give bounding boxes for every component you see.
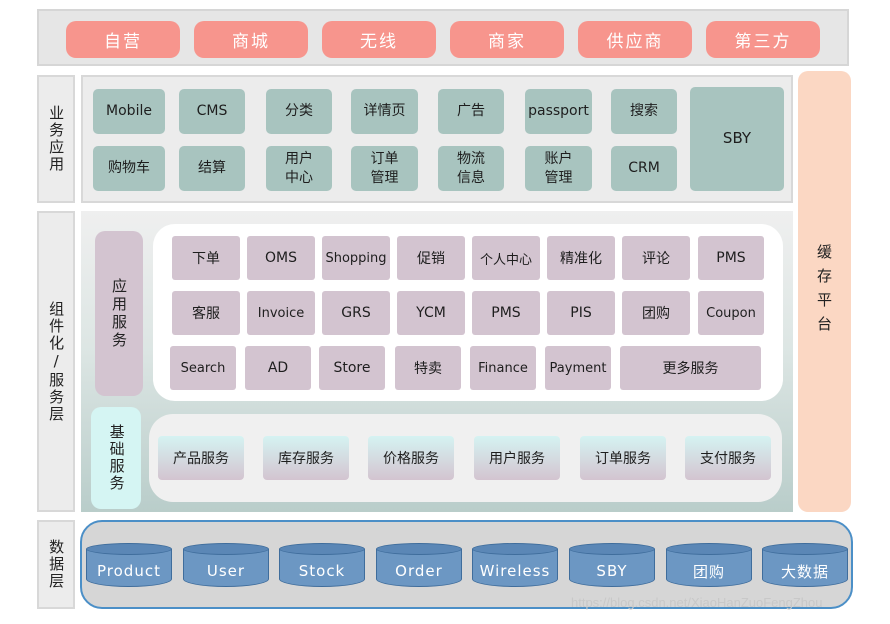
app-box: 用户中心 xyxy=(266,146,332,191)
base-service-box: 价格服务 xyxy=(368,436,454,480)
app-services-area: 下单 OMS Shopping 促销 个人中心 精准化 评论 PMS 客服 In… xyxy=(153,224,783,401)
channel-wuxian: 无线 xyxy=(322,21,436,58)
database-cylinder-top xyxy=(569,543,655,555)
channel-shangjia: 商家 xyxy=(450,21,564,58)
app-box: 结算 xyxy=(179,146,245,191)
app-box: 账户管理 xyxy=(525,146,592,191)
database-cylinder-top xyxy=(376,543,462,555)
app-box: 广告 xyxy=(438,89,504,134)
service-box: Invoice xyxy=(247,291,315,335)
database-cylinder-top xyxy=(86,543,172,555)
database-user: User xyxy=(183,543,269,588)
base-service-box: 库存服务 xyxy=(263,436,349,480)
channel-disanfang: 第三方 xyxy=(706,21,820,58)
database-label: SBY xyxy=(596,562,628,580)
app-box: CRM xyxy=(611,146,677,191)
service-box: 特卖 xyxy=(395,346,461,390)
database-cylinder-top xyxy=(472,543,558,555)
base-services-label: 基础服务 xyxy=(91,407,141,509)
database-label: User xyxy=(206,562,246,580)
app-box: 订单管理 xyxy=(351,146,418,191)
layer-label-service: 组件化/服务层 xyxy=(37,211,75,512)
database-cylinder-top xyxy=(183,543,269,555)
database-label: Product xyxy=(97,562,161,580)
database-tuangou: 团购 xyxy=(666,543,752,588)
service-box: Shopping xyxy=(322,236,390,280)
database-cylinder-top xyxy=(279,543,365,555)
service-box: Finance xyxy=(470,346,536,390)
channel-bar: 自营 商城 无线 商家 供应商 第三方 xyxy=(37,9,849,66)
service-box: YCM xyxy=(397,291,465,335)
database-cylinder-top xyxy=(762,543,848,555)
database-bigdata: 大数据 xyxy=(762,543,848,588)
database-sby: SBY xyxy=(569,543,655,588)
base-service-box: 订单服务 xyxy=(580,436,666,480)
base-service-box: 产品服务 xyxy=(158,436,244,480)
service-box: Payment xyxy=(545,346,611,390)
database-stock: Stock xyxy=(279,543,365,588)
app-box-sby: SBY xyxy=(690,87,784,191)
service-box: Coupon xyxy=(698,291,764,335)
business-app-panel: Mobile CMS 分类 详情页 广告 passport 搜索 购物车 结算 … xyxy=(81,75,793,203)
database-wireless: Wireless xyxy=(472,543,558,588)
base-service-box: 支付服务 xyxy=(685,436,771,480)
service-box: 精准化 xyxy=(547,236,615,280)
channel-gongyingshang: 供应商 xyxy=(578,21,692,58)
app-box: 购物车 xyxy=(93,146,165,191)
service-box: AD xyxy=(245,346,311,390)
cache-platform-label: 缓存平台 xyxy=(815,243,833,340)
app-box: CMS xyxy=(179,89,245,134)
cache-platform-panel: 缓存平台 xyxy=(798,71,851,512)
database-label: 团购 xyxy=(692,562,725,581)
app-box: Mobile xyxy=(93,89,165,134)
app-box: 物流信息 xyxy=(438,146,504,191)
watermark: https://blog.csdn.net/XiaoHanZuoFengZhou xyxy=(571,595,823,610)
base-service-box: 用户服务 xyxy=(474,436,560,480)
layer-label-data: 数据层 xyxy=(37,520,75,609)
database-label: Order xyxy=(395,562,443,580)
app-box: 详情页 xyxy=(351,89,418,134)
database-order: Order xyxy=(376,543,462,588)
database-label: 大数据 xyxy=(780,562,829,581)
service-box: Search xyxy=(170,346,236,390)
service-box: PIS xyxy=(547,291,615,335)
channel-shangcheng: 商城 xyxy=(194,21,308,58)
service-box: 评论 xyxy=(622,236,690,280)
database-label: Stock xyxy=(298,562,346,580)
service-box: 客服 xyxy=(172,291,240,335)
service-box: GRS xyxy=(322,291,390,335)
service-box: Store xyxy=(319,346,385,390)
database-product: Product xyxy=(86,543,172,588)
service-box-more: 更多服务 xyxy=(620,346,761,390)
app-box: passport xyxy=(525,89,592,134)
service-box: 团购 xyxy=(622,291,690,335)
service-box: PMS xyxy=(472,291,540,335)
service-box: PMS xyxy=(698,236,764,280)
service-box: 促销 xyxy=(397,236,465,280)
database-cylinder-top xyxy=(666,543,752,555)
channel-ziying: 自营 xyxy=(66,21,180,58)
app-box: 分类 xyxy=(266,89,332,134)
service-box: OMS xyxy=(247,236,315,280)
database-label: Wireless xyxy=(479,562,551,580)
app-services-label: 应用服务 xyxy=(95,231,143,396)
service-box: 个人中心 xyxy=(472,236,540,280)
app-box: 搜索 xyxy=(611,89,677,134)
service-box: 下单 xyxy=(172,236,240,280)
layer-label-business: 业务应用 xyxy=(37,75,75,203)
